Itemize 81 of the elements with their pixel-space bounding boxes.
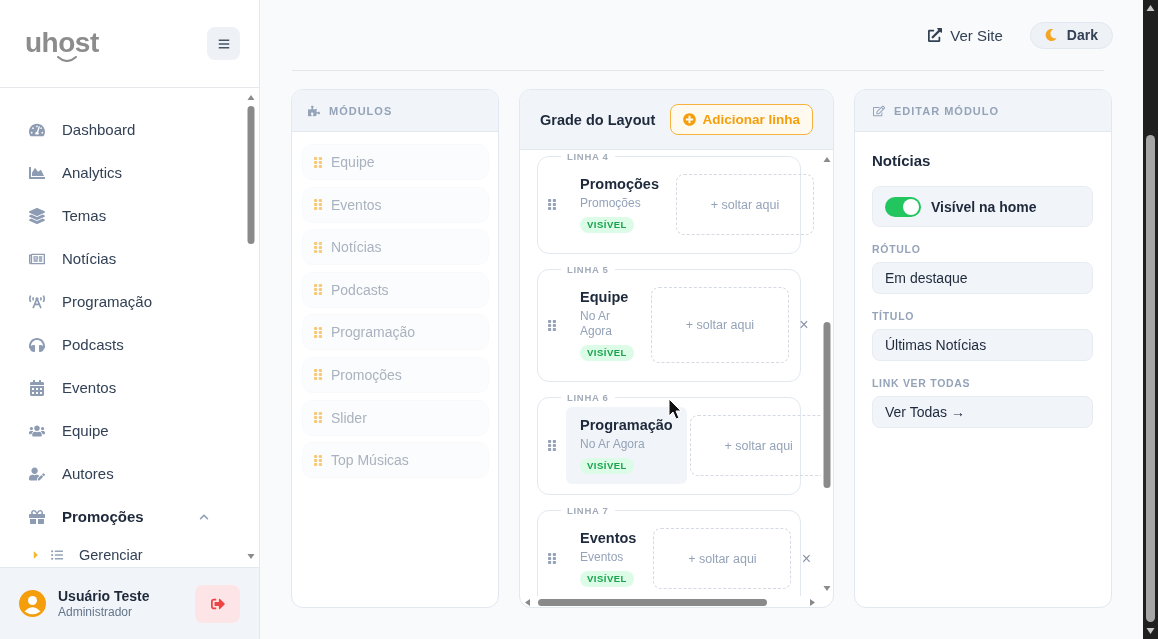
nav-item[interactable]: Temas — [0, 194, 245, 237]
grip-icon — [314, 325, 322, 339]
text-field[interactable]: Últimas Notícias — [872, 329, 1093, 361]
row-label: LINHA 4 — [566, 151, 610, 162]
menu-icon — [217, 37, 230, 50]
list-icon — [51, 549, 63, 561]
nav-item[interactable]: Autores — [0, 452, 245, 495]
nav-item[interactable]: Equipe — [0, 409, 245, 452]
status-badge: VISÍVEL — [580, 217, 634, 233]
grip-icon[interactable] — [548, 439, 556, 452]
toggle-switch[interactable] — [885, 196, 921, 217]
grip-icon — [314, 411, 322, 425]
nav-item[interactable]: Analytics — [0, 151, 245, 194]
gauge-icon — [29, 121, 45, 138]
menu-button[interactable] — [207, 27, 240, 60]
external-link-icon — [928, 28, 943, 42]
module-title: Promoções — [580, 176, 659, 193]
nav-item[interactable]: Notícias — [0, 237, 245, 280]
nav-item[interactable]: Promoções — [0, 495, 245, 538]
text-field[interactable]: Ver Todas → — [872, 396, 1093, 428]
module-card[interactable]: Promoções Promoções VISÍVEL — [566, 166, 673, 243]
module-card[interactable]: Eventos Eventos VISÍVEL — [566, 520, 651, 596]
nav-item[interactable]: Eventos — [0, 366, 245, 409]
grip-icon[interactable] — [548, 198, 556, 211]
logo-text: uhost — [25, 29, 99, 55]
toggle-label: Visível na home — [931, 198, 1037, 215]
area-chart-icon — [29, 164, 45, 181]
panel-title: MÓDULOS — [329, 104, 393, 117]
module-card[interactable]: Equipe No Ar Agora VISÍVEL — [566, 279, 648, 371]
user-name: Usuário Teste — [58, 587, 150, 605]
smile-curve-icon — [57, 55, 77, 62]
theme-button[interactable]: Dark — [1029, 21, 1113, 49]
module-subtitle: No Ar Agora — [580, 309, 614, 339]
field-label: TÍTULO — [872, 310, 916, 322]
row-label: LINHA 7 — [566, 505, 610, 516]
row-label: LINHA 5 — [566, 264, 610, 275]
user-pen-icon — [29, 465, 45, 482]
module-card[interactable]: Programação No Ar Agora VISÍVEL — [566, 407, 687, 484]
logout-icon — [210, 596, 225, 611]
module-subtitle: Eventos — [580, 550, 624, 565]
user-role: Administrador — [58, 604, 134, 620]
field-label: RÓTULO — [872, 243, 922, 255]
grip-icon — [314, 155, 322, 169]
nav-item[interactable]: Programação — [0, 280, 245, 323]
grip-icon — [314, 283, 322, 297]
module-subtitle: Promoções — [580, 196, 641, 211]
headphones-icon — [29, 336, 45, 353]
page-scrollbar[interactable] — [1143, 0, 1158, 639]
puzzle-icon — [308, 104, 320, 117]
module-title: Equipe — [580, 289, 629, 306]
view-site-link[interactable]: Ver Site — [928, 26, 1003, 44]
nav-item[interactable]: Dashboard — [0, 108, 245, 151]
moon-icon — [1044, 29, 1057, 41]
module-title: Eventos — [580, 530, 637, 547]
calendar-icon — [29, 379, 45, 396]
row-label: LINHA 6 — [566, 392, 610, 403]
grip-icon[interactable] — [548, 318, 556, 332]
grip-icon — [314, 198, 322, 212]
status-badge: VISÍVEL — [580, 571, 634, 587]
cursor-icon — [668, 398, 682, 420]
grip-icon — [314, 453, 322, 467]
grip-icon — [314, 368, 322, 382]
module-title: Programação — [580, 417, 673, 434]
module-subtitle: No Ar Agora — [580, 437, 645, 452]
status-badge: VISÍVEL — [580, 458, 634, 474]
edit-icon — [873, 104, 885, 117]
antenna-icon — [29, 293, 45, 310]
avatar-icon — [19, 590, 46, 617]
grip-icon[interactable] — [548, 552, 556, 565]
module-name: Notícias — [872, 152, 932, 170]
status-badge: VISÍVEL — [580, 345, 634, 361]
nav-item[interactable]: Podcasts — [0, 323, 245, 366]
logout-button[interactable] — [195, 584, 240, 623]
panel-title: Grade do Layout — [540, 111, 656, 128]
layers-icon — [29, 207, 45, 224]
grip-icon — [314, 240, 322, 254]
nav-subitem[interactable]: Gerenciar — [0, 538, 245, 567]
field-label: LINK VER TODAS — [872, 377, 972, 389]
gift-icon — [29, 508, 45, 525]
text-field[interactable]: Em destaque — [872, 262, 1093, 294]
panel-title: EDITAR MÓDULO — [894, 104, 1000, 117]
